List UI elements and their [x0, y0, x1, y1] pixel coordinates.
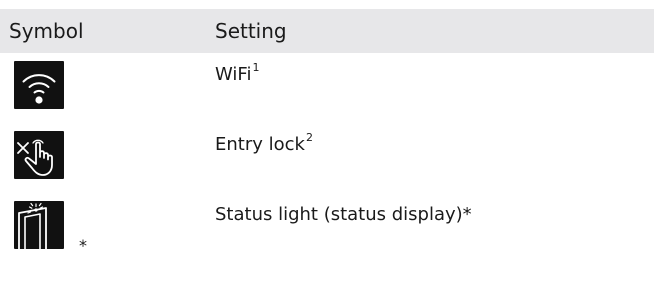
symbol-cell: [14, 131, 88, 193]
column-header-symbol: Symbol: [9, 19, 84, 43]
setting-text: Status light (status display)*: [215, 204, 472, 225]
setting-label: Status light (status display)*: [215, 203, 472, 227]
symbol-cell: *: [14, 201, 88, 263]
setting-text: Entry lock: [215, 134, 305, 155]
optional-marker: *: [79, 236, 87, 255]
footnote-marker: 2: [305, 131, 313, 144]
setting-label: WiFi1: [215, 61, 260, 87]
symbol-cell: [14, 61, 88, 123]
table-row: * Status light (status display)*: [0, 193, 654, 263]
table-header: Symbol Setting: [0, 9, 654, 53]
footnote-marker: 1: [252, 61, 260, 74]
entry-lock-icon: [14, 131, 64, 179]
column-header-setting: Setting: [215, 19, 287, 43]
setting-text: WiFi: [215, 64, 252, 85]
table-row: WiFi1: [0, 53, 654, 123]
wifi-icon: [14, 61, 64, 109]
status-light-icon: [14, 201, 64, 249]
setting-label: Entry lock2: [215, 131, 313, 157]
table-row: Entry lock2: [0, 123, 654, 193]
settings-symbol-table: Symbol Setting WiFi1 Entry lock2 * Statu…: [0, 9, 654, 263]
